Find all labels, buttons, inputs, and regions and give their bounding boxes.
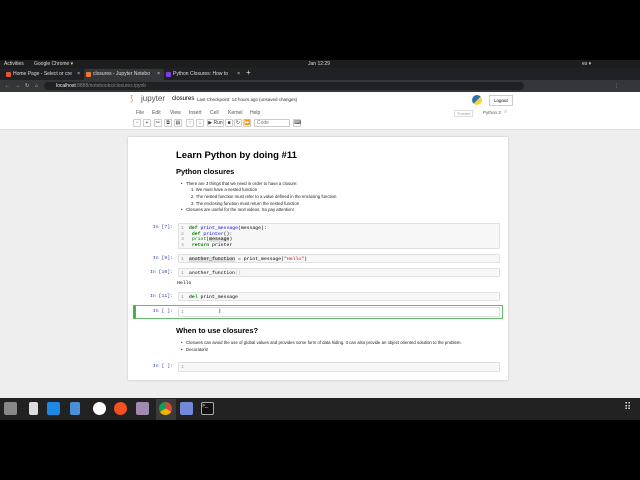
- jupyter-header: [0, 92, 640, 130]
- jupyter-logo-icon[interactable]: ⟆: [130, 94, 133, 103]
- menu-kernel[interactable]: Kernel: [228, 110, 242, 116]
- url-input[interactable]: localhost:8888/notebooks/closures.ipynb: [44, 82, 524, 90]
- files-icon[interactable]: [4, 402, 17, 415]
- cell-type-select[interactable]: Code: [254, 119, 290, 127]
- stop-icon[interactable]: ■: [225, 119, 233, 127]
- postman-icon[interactable]: [114, 402, 127, 415]
- move-up-icon[interactable]: ↑: [186, 119, 194, 127]
- bullet-text: There are 3 things that we need in order…: [186, 181, 298, 186]
- kernel-idle-icon: ○: [504, 109, 508, 115]
- bullet: •: [181, 347, 183, 352]
- menu-view[interactable]: View: [170, 110, 181, 116]
- code-cell-input[interactable]: 1 del print_message: [178, 292, 500, 301]
- browser-tab-bar: Home Page - Select or cre × closures - Ju…: [0, 68, 640, 80]
- address-bar-row: ← → ↻ ⌂ localhost:8888/notebooks/closure…: [0, 80, 640, 92]
- tab-home-page[interactable]: Home Page - Select or cre ×: [4, 69, 84, 80]
- close-icon[interactable]: ×: [237, 69, 240, 80]
- list-item: 2. The nested function must refer to a v…: [191, 194, 337, 199]
- clock[interactable]: Jan 12:29: [308, 60, 330, 68]
- close-icon[interactable]: ×: [157, 69, 160, 80]
- show-apps-icon[interactable]: ⠿: [624, 402, 631, 413]
- close-icon[interactable]: ×: [77, 69, 80, 80]
- menu-help[interactable]: Help: [250, 110, 260, 116]
- tab-favicon: [86, 72, 91, 77]
- run-button[interactable]: ▶ Run: [207, 119, 224, 127]
- cell-prompt: In [10]:: [149, 270, 173, 275]
- list-item: 3. The enclosing function must return th…: [191, 201, 300, 206]
- code-cell-input[interactable]: 1 another_function(): [178, 268, 500, 277]
- url-host: localhost: [56, 83, 76, 89]
- cell-prompt: In [ ]:: [152, 364, 173, 369]
- language-indicator[interactable]: es ▾: [582, 60, 591, 68]
- tab-python-closures[interactable]: Python Closures: How to ×: [164, 69, 244, 80]
- menu-icon[interactable]: ⋮: [614, 80, 619, 92]
- bullet-text: Decorators!: [186, 347, 209, 352]
- url-path: :8888/notebooks/closures.ipynb: [75, 83, 147, 89]
- vscode-icon[interactable]: [47, 402, 60, 415]
- bullet: •: [181, 207, 183, 212]
- cell-prompt: In [7]:: [152, 225, 173, 230]
- move-down-icon[interactable]: ↓: [196, 119, 204, 127]
- tab-favicon: [166, 72, 171, 77]
- menu-file[interactable]: File: [136, 110, 144, 116]
- cell-output: Hello: [177, 281, 192, 286]
- bullet: •: [181, 340, 183, 345]
- code-cell-input-active[interactable]: 1: [178, 307, 500, 317]
- document-icon[interactable]: [70, 402, 80, 415]
- keyboard-icon[interactable]: ⌨: [293, 119, 301, 127]
- activities-button[interactable]: Activities: [4, 60, 24, 68]
- jupyter-logo[interactable]: jupyter: [141, 94, 165, 103]
- chrome-icon[interactable]: [159, 402, 172, 415]
- notebook-name[interactable]: closures: [172, 96, 194, 102]
- bullet: •: [181, 181, 183, 186]
- heading-when-to-use: When to use closures?: [176, 326, 259, 335]
- code-cell-input[interactable]: 1: [178, 362, 500, 372]
- gnome-top-bar: Activities Google Chrome ▾ Jan 12:29 es …: [0, 60, 640, 68]
- menu-edit[interactable]: Edit: [152, 110, 161, 116]
- python-logo-icon: [472, 95, 482, 105]
- tab-label: closures - Jupyter Notebo: [93, 71, 150, 77]
- logout-button[interactable]: Logout: [489, 95, 513, 106]
- tab-favicon: [6, 72, 11, 77]
- kernel-indicator: Python 3: [483, 110, 501, 115]
- copy-icon[interactable]: ⧉: [164, 119, 172, 127]
- cell-prompt: In [ ]:: [152, 309, 173, 314]
- app-icon[interactable]: [29, 402, 38, 415]
- back-icon[interactable]: ←: [5, 80, 10, 92]
- list-item: 1. We must have a nested function: [191, 187, 258, 192]
- app-menu[interactable]: Google Chrome ▾: [34, 60, 73, 68]
- heading-python-closures: Python closures: [176, 167, 235, 176]
- code-cell-input[interactable]: 1 def print_message(message): 2 def printe…: [178, 223, 500, 249]
- camera-app-icon[interactable]: [136, 402, 149, 415]
- terminal-icon[interactable]: >_: [201, 402, 214, 415]
- paste-icon[interactable]: ▤: [174, 119, 182, 127]
- bullet-text: Closures are useful for the next videos.…: [186, 207, 294, 212]
- discord-icon[interactable]: [180, 402, 193, 415]
- bullet-text: Closures can avoid the use of global val…: [186, 340, 462, 345]
- cell-prompt: In [9]:: [152, 256, 173, 261]
- unsaved-status: (unsaved changes): [259, 97, 298, 102]
- tab-label: Home Page - Select or cre: [13, 71, 72, 77]
- cut-icon[interactable]: ✂: [154, 119, 162, 127]
- slack-icon[interactable]: [93, 402, 106, 415]
- notebook-title: Learn Python by doing #11: [176, 150, 297, 161]
- cell-prompt: In [11]:: [149, 294, 173, 299]
- checkpoint-status: Last Checkpoint: 14 hours ago: [197, 97, 259, 102]
- new-tab-button[interactable]: +: [246, 68, 251, 77]
- fast-forward-icon[interactable]: ⏩: [243, 119, 251, 127]
- forward-icon[interactable]: →: [15, 80, 20, 92]
- text-cursor-icon: I: [219, 309, 221, 315]
- menu-cell[interactable]: Cell: [210, 110, 219, 116]
- home-icon[interactable]: ⌂: [35, 80, 38, 92]
- restart-icon[interactable]: ↻: [234, 119, 242, 127]
- tab-label: Python Closures: How to: [173, 71, 229, 77]
- save-icon[interactable]: ▫: [133, 119, 141, 127]
- add-cell-icon[interactable]: +: [143, 119, 151, 127]
- menu-insert[interactable]: Insert: [189, 110, 202, 116]
- code-cell-input[interactable]: 1 another_function = print_message("Hello…: [178, 254, 500, 263]
- reload-icon[interactable]: ↻: [25, 80, 29, 92]
- tab-closures[interactable]: closures - Jupyter Notebo ×: [84, 69, 164, 80]
- trusted-badge[interactable]: Trusted: [454, 110, 474, 117]
